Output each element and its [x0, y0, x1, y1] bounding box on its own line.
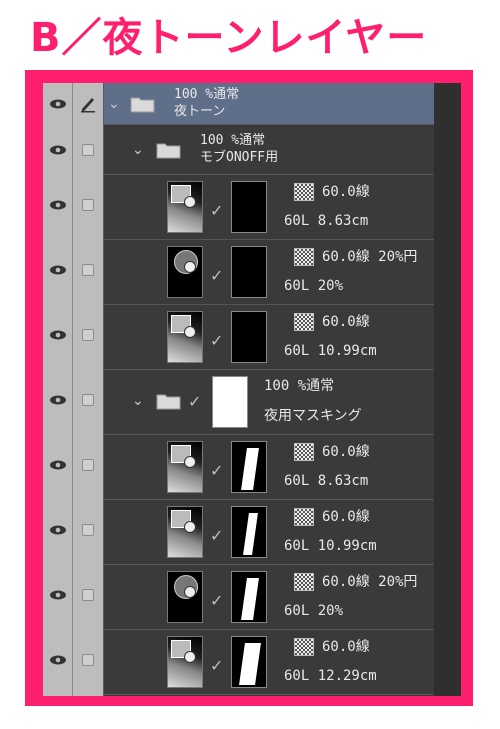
layer-opacity: 100 %通常 — [174, 87, 240, 102]
check-icon: ✓ — [210, 461, 224, 480]
tone-label: 60.0線 — [322, 184, 370, 200]
folder-icon — [156, 143, 181, 159]
layer-row-mob-onoff-folder[interactable]: ⌄ 100 %通常 モブONOFF用 — [104, 125, 434, 175]
eye-icon[interactable] — [49, 395, 67, 405]
lock-checkbox[interactable] — [82, 654, 94, 666]
chevron-down-icon[interactable]: ⌄ — [108, 97, 120, 111]
mask-thumbnail — [231, 506, 267, 558]
layer-row-tone[interactable]: ✓ 60.0線 60L 12.29cm — [104, 630, 434, 695]
layer-row-tone[interactable]: ✓ 60.0線 60L 8.63cm — [104, 175, 434, 240]
pen-icon[interactable] — [79, 95, 97, 113]
tone-icon — [294, 638, 314, 656]
eye-icon[interactable] — [49, 145, 67, 155]
eye-icon[interactable] — [49, 99, 67, 109]
layer-row-night-tone-folder[interactable]: ⌄ 100 %通常 夜トーン — [104, 83, 434, 125]
layer-opacity: 100 %通常 — [200, 133, 266, 148]
check-icon: ✓ — [188, 392, 202, 411]
layer-name: 60L 8.63cm — [284, 473, 369, 489]
mask-thumbnail — [231, 311, 267, 363]
mask-thumbnail — [231, 246, 267, 298]
layer-row-tone[interactable]: ✓ 60.0線 20%円 60L 20% — [104, 565, 434, 630]
check-icon: ✓ — [210, 591, 224, 610]
eye-icon[interactable] — [49, 460, 67, 470]
layer-row-tone[interactable]: ✓ 60.0線 20%円 60L 20% — [104, 240, 434, 305]
layer-name: 夜用マスキング — [264, 408, 362, 424]
tone-icon — [294, 313, 314, 331]
folder-icon — [156, 394, 181, 410]
tone-icon — [294, 183, 314, 201]
mask-thumbnail — [212, 376, 248, 428]
layer-row-tone[interactable]: ✓ 60.0線 60L 8.63cm — [104, 435, 434, 500]
layer-thumbnail — [167, 571, 203, 623]
layer-name: 60L 20% — [284, 603, 344, 619]
page-heading: B／夜トーンレイヤー — [30, 15, 428, 61]
layer-thumbnail — [167, 506, 203, 558]
tone-label: 60.0線 20%円 — [322, 249, 418, 265]
tone-label: 60.0線 — [322, 639, 370, 655]
chevron-down-icon[interactable]: ⌄ — [132, 394, 144, 408]
layer-thumbnail — [167, 181, 203, 233]
layer-row-night-masking-folder[interactable]: ⌄ ✓ 100 %通常 夜用マスキング — [104, 370, 434, 435]
layer-row-tone[interactable]: ✓ 60.0線 60L 10.99cm — [104, 500, 434, 565]
layer-name: モブONOFF用 — [200, 150, 279, 165]
layer-thumbnail — [167, 441, 203, 493]
tone-icon — [294, 248, 314, 266]
tone-label: 60.0線 — [322, 444, 370, 460]
mask-thumbnail — [231, 441, 267, 493]
layer-opacity: 100 %通常 — [264, 378, 335, 394]
eye-icon[interactable] — [49, 655, 67, 665]
tone-label: 60.0線 — [322, 509, 370, 525]
eye-icon[interactable] — [49, 525, 67, 535]
layer-name: 60L 8.63cm — [284, 213, 369, 229]
eye-icon[interactable] — [49, 590, 67, 600]
mask-thumbnail — [231, 181, 267, 233]
lock-column — [73, 83, 104, 696]
check-icon: ✓ — [210, 331, 224, 350]
chevron-down-icon[interactable]: ⌄ — [132, 143, 144, 157]
check-icon: ✓ — [210, 656, 224, 675]
visibility-column — [43, 83, 73, 696]
eye-icon[interactable] — [49, 330, 67, 340]
mask-thumbnail — [231, 636, 267, 688]
tone-icon — [294, 508, 314, 526]
mask-thumbnail — [231, 571, 267, 623]
check-icon: ✓ — [210, 266, 224, 285]
layer-thumbnail — [167, 246, 203, 298]
check-icon: ✓ — [210, 201, 224, 220]
lock-checkbox[interactable] — [82, 264, 94, 276]
tone-icon — [294, 573, 314, 591]
lock-checkbox[interactable] — [82, 459, 94, 471]
layer-thumbnail — [167, 311, 203, 363]
tone-icon — [294, 443, 314, 461]
lock-checkbox[interactable] — [82, 199, 94, 211]
layer-name: 夜トーン — [174, 104, 226, 119]
eye-icon[interactable] — [49, 265, 67, 275]
layer-name: 60L 12.29cm — [284, 668, 377, 684]
layer-panel: ⌄ 100 %通常 夜トーン ⌄ 100 %通常 モブONOFF用 ✓ 60.0… — [43, 83, 461, 696]
lock-checkbox[interactable] — [82, 329, 94, 341]
eye-icon[interactable] — [49, 200, 67, 210]
layer-name: 60L 10.99cm — [284, 538, 377, 554]
scrollbar[interactable] — [434, 83, 461, 696]
lock-checkbox[interactable] — [82, 394, 94, 406]
tone-label: 60.0線 — [322, 314, 370, 330]
layer-thumbnail — [167, 636, 203, 688]
folder-icon — [130, 97, 155, 113]
lock-checkbox[interactable] — [82, 589, 94, 601]
layer-name: 60L 20% — [284, 278, 344, 294]
tone-label: 60.0線 20%円 — [322, 574, 418, 590]
layer-row-tone[interactable]: ✓ 60.0線 60L 10.99cm — [104, 305, 434, 370]
lock-checkbox[interactable] — [82, 524, 94, 536]
lock-checkbox[interactable] — [82, 144, 94, 156]
layer-name: 60L 10.99cm — [284, 343, 377, 359]
check-icon: ✓ — [210, 526, 224, 545]
